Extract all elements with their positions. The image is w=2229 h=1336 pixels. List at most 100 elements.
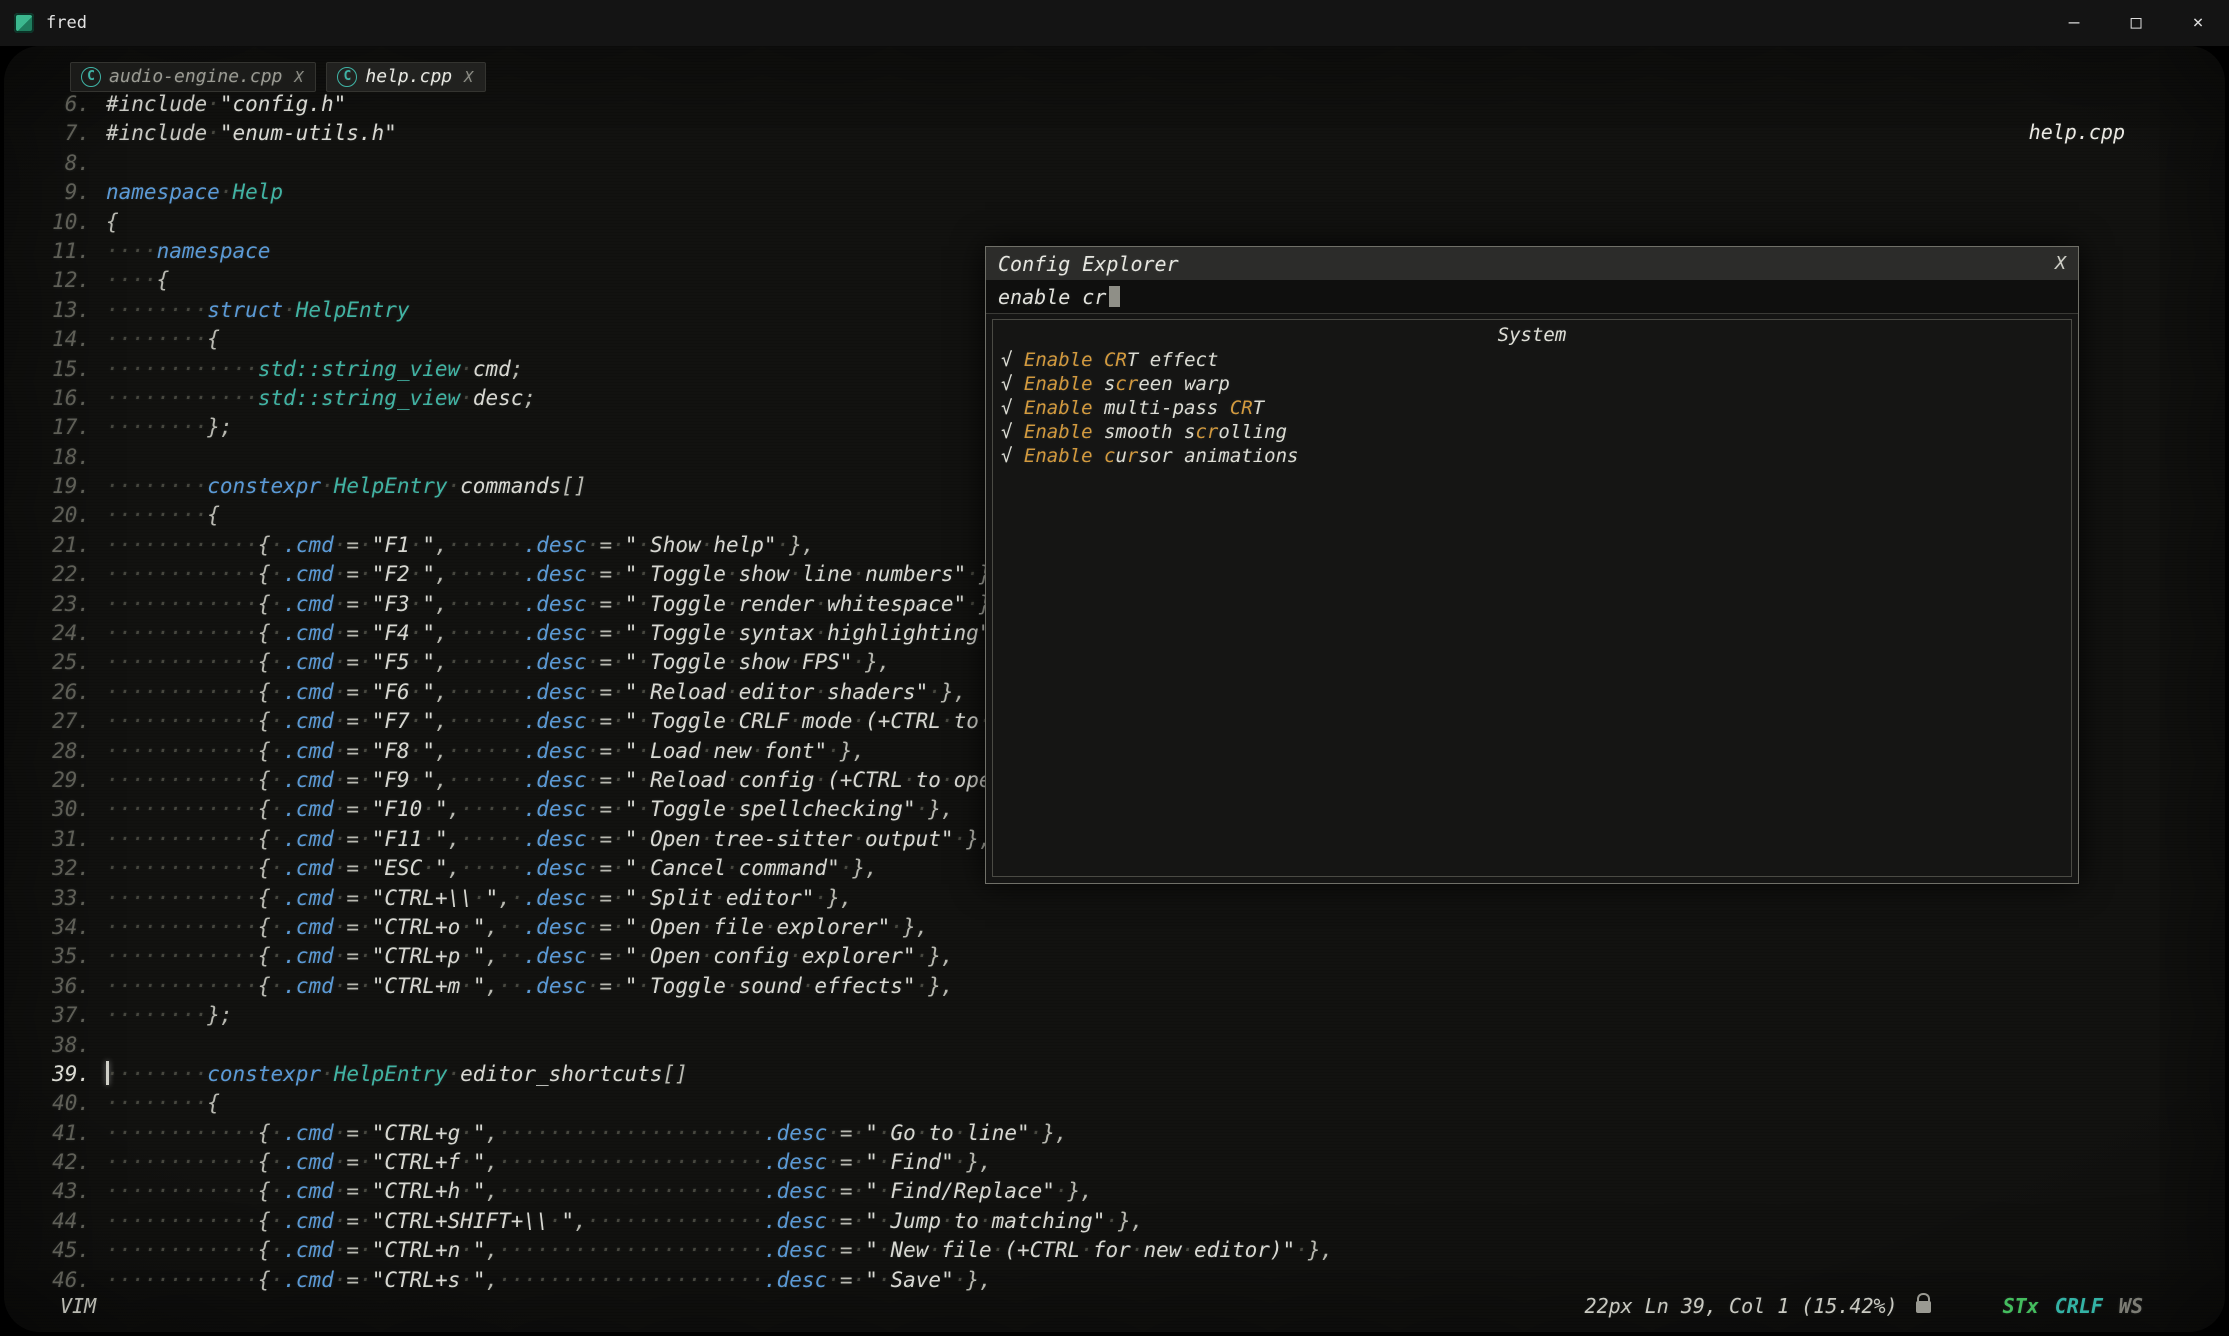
status-bar: VIM 22px Ln 39, Col 1 (15.42%) STx CRLF WS	[4, 1294, 2225, 1322]
line-number: 25.	[32, 648, 90, 677]
status-flag-ws: WS	[2119, 1294, 2143, 1318]
code-line[interactable]: 9.namespace·Help	[32, 178, 2225, 207]
line-number: 10.	[32, 208, 90, 237]
line-number: 24.	[32, 619, 90, 648]
code-line[interactable]: 37.········};	[32, 1001, 2225, 1030]
code-line[interactable]: 40.········{	[32, 1089, 2225, 1118]
code-line[interactable]: 38.	[32, 1031, 2225, 1060]
mode-indicator: VIM	[60, 1294, 96, 1318]
pane-filename: help.cpp	[2029, 120, 2125, 144]
config-option[interactable]: √ Enable smooth scrolling	[1001, 420, 2063, 444]
code-line[interactable]: 35.············{·.cmd·=·"CTRL+p·",··.des…	[32, 942, 2225, 971]
tab-help-cpp[interactable]: C help.cpp X	[326, 62, 486, 92]
popup-close-button[interactable]: X	[2055, 253, 2066, 274]
line-number: 33.	[32, 884, 90, 913]
tab-label: audio-engine.cpp	[109, 66, 282, 87]
code-line[interactable]: 41.············{·.cmd·=·"CTRL+g·",······…	[32, 1119, 2225, 1148]
config-explorer-panel: Config Explorer X enable cr System √ Ena…	[985, 246, 2079, 884]
status-flag-crlf: CRLF	[2055, 1294, 2103, 1318]
search-block-cursor	[1109, 286, 1120, 307]
code-line[interactable]: 33.············{·.cmd·=·"CTRL+\\·",·.des…	[32, 884, 2225, 913]
line-number: 7.	[32, 119, 90, 148]
line-number: 8.	[32, 149, 90, 178]
app-icon	[14, 13, 34, 33]
line-number: 37.	[32, 1001, 90, 1030]
config-list: System √ Enable CRT effect√ Enable scree…	[992, 319, 2072, 877]
line-number: 34.	[32, 913, 90, 942]
line-number: 31.	[32, 825, 90, 854]
line-number: 32.	[32, 854, 90, 883]
editor-viewport: C audio-engine.cpp X C help.cpp X help.c…	[4, 46, 2225, 1332]
config-option[interactable]: √ Enable CRT effect	[1001, 348, 2063, 372]
line-number: 40.	[32, 1089, 90, 1118]
tab-label: help.cpp	[365, 66, 452, 87]
crt-screen: C audio-engine.cpp X C help.cpp X help.c…	[0, 46, 2229, 1336]
line-number: 36.	[32, 972, 90, 1001]
lock-icon	[1916, 1301, 1931, 1313]
line-number: 44.	[32, 1207, 90, 1236]
code-line[interactable]: 46.············{·.cmd·=·"CTRL+s·",······…	[32, 1266, 2225, 1295]
line-number: 15.	[32, 355, 90, 384]
line-number: 20.	[32, 501, 90, 530]
tab-close-icon[interactable]: X	[294, 68, 303, 86]
cpp-file-icon: C	[81, 67, 101, 87]
line-number: 26.	[32, 678, 90, 707]
line-number: 11.	[32, 237, 90, 266]
code-line[interactable]: 6.#include·"config.h"	[32, 90, 2225, 119]
config-option[interactable]: √ Enable screen warp	[1001, 372, 2063, 396]
code-line[interactable]: 8.	[32, 149, 2225, 178]
popup-title: Config Explorer	[998, 252, 1179, 276]
line-number: 13.	[32, 296, 90, 325]
line-number: 9.	[32, 178, 90, 207]
config-option[interactable]: √ Enable cursor animations	[1001, 444, 2063, 468]
line-number: 28.	[32, 737, 90, 766]
code-line[interactable]: 39.········constexpr·HelpEntry·editor_sh…	[32, 1060, 2225, 1089]
tab-audio-engine-cpp[interactable]: C audio-engine.cpp X	[70, 62, 316, 92]
tab-bar: C audio-engine.cpp X C help.cpp X	[70, 62, 486, 92]
line-number: 16.	[32, 384, 90, 413]
window-title: fred	[46, 13, 87, 33]
line-number: 43.	[32, 1177, 90, 1206]
line-number: 14.	[32, 325, 90, 354]
line-number: 35.	[32, 942, 90, 971]
code-line[interactable]: 34.············{·.cmd·=·"CTRL+o·",··.des…	[32, 913, 2225, 942]
status-flag-stx: STx	[2003, 1294, 2039, 1318]
line-number: 17.	[32, 413, 90, 442]
config-explorer-titlebar: Config Explorer X	[986, 247, 2078, 280]
config-option[interactable]: √ Enable multi-pass CRT	[1001, 396, 2063, 420]
line-number: 46.	[32, 1266, 90, 1295]
maximize-button[interactable]: □	[2105, 0, 2167, 46]
line-number: 21.	[32, 531, 90, 560]
config-search-input[interactable]: enable cr	[986, 280, 2078, 314]
line-number: 38.	[32, 1031, 90, 1060]
close-button[interactable]: ×	[2167, 0, 2229, 46]
line-number: 18.	[32, 443, 90, 472]
tab-close-icon[interactable]: X	[464, 68, 473, 86]
cursor-position-info: 22px Ln 39, Col 1 (15.42%)	[1585, 1294, 1898, 1318]
cpp-file-icon: C	[337, 67, 357, 87]
line-number: 29.	[32, 766, 90, 795]
minimize-button[interactable]: –	[2043, 0, 2105, 46]
code-line[interactable]: 45.············{·.cmd·=·"CTRL+n·",······…	[32, 1236, 2225, 1265]
line-number: 27.	[32, 707, 90, 736]
code-line[interactable]: 10.{	[32, 208, 2225, 237]
code-line[interactable]: 44.············{·.cmd·=·"CTRL+SHIFT+\\·"…	[32, 1207, 2225, 1236]
line-number: 41.	[32, 1119, 90, 1148]
line-number: 23.	[32, 590, 90, 619]
line-number: 30.	[32, 795, 90, 824]
line-number: 22.	[32, 560, 90, 589]
code-line[interactable]: 43.············{·.cmd·=·"CTRL+h·",······…	[32, 1177, 2225, 1206]
code-line[interactable]: 42.············{·.cmd·=·"CTRL+f·",······…	[32, 1148, 2225, 1177]
config-section-header: System	[1001, 322, 2063, 348]
line-number: 12.	[32, 266, 90, 295]
code-line[interactable]: 7.#include·"enum-utils.h"	[32, 119, 2225, 148]
line-number: 6.	[32, 90, 90, 119]
app-window: fred – □ × C audio-engine.cpp X C help.c…	[0, 0, 2229, 1336]
line-number: 45.	[32, 1236, 90, 1265]
search-query-text: enable cr	[998, 285, 1106, 309]
line-number: 19.	[32, 472, 90, 501]
code-line[interactable]: 36.············{·.cmd·=·"CTRL+m·",··.des…	[32, 972, 2225, 1001]
line-number: 39.	[32, 1060, 90, 1089]
line-number: 42.	[32, 1148, 90, 1177]
title-bar: fred – □ ×	[0, 0, 2229, 46]
